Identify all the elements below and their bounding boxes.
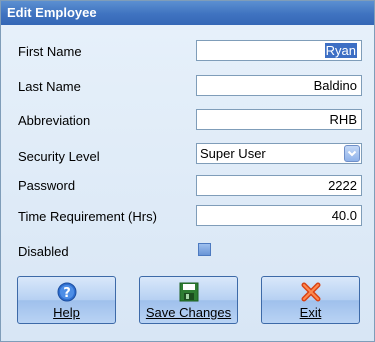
form-content: First Name Ryan Last Name Baldino Abbrev…: [1, 25, 374, 341]
last-name-label: Last Name: [18, 79, 81, 94]
save-changes-button[interactable]: Save Changes: [139, 276, 238, 324]
help-button[interactable]: ? Help: [17, 276, 116, 324]
save-changes-button-label: Save Changes: [145, 305, 232, 320]
first-name-field[interactable]: Ryan: [196, 40, 362, 61]
window-title: Edit Employee: [1, 1, 374, 25]
last-name-field[interactable]: Baldino: [196, 75, 362, 96]
password-label: Password: [18, 178, 76, 193]
disabled-checkbox[interactable]: [198, 243, 211, 256]
edit-employee-window: Edit Employee First Name Ryan Last Name …: [0, 0, 375, 342]
first-name-label: First Name: [18, 44, 82, 59]
exit-button-label: Exit: [299, 305, 322, 320]
help-icon: ?: [56, 282, 78, 302]
exit-x-icon: [300, 282, 322, 302]
security-level-select[interactable]: Super User: [196, 143, 362, 164]
abbreviation-label: Abbreviation: [18, 113, 91, 128]
disabled-label: Disabled: [18, 244, 69, 259]
abbreviation-field[interactable]: RHB: [196, 109, 362, 130]
svg-text:?: ?: [63, 286, 71, 301]
exit-button[interactable]: Exit: [261, 276, 360, 324]
security-level-value: Super User: [200, 146, 266, 161]
password-field[interactable]: 2222: [196, 175, 362, 196]
dropdown-arrow-icon[interactable]: [344, 145, 360, 162]
time-requirement-field[interactable]: 40.0: [196, 205, 362, 226]
time-requirement-label: Time Requirement (Hrs): [18, 209, 157, 224]
help-button-label: Help: [53, 305, 80, 320]
first-name-selected-text: Ryan: [324, 43, 357, 58]
security-level-label: Security Level: [18, 149, 100, 164]
save-disk-icon: [178, 282, 200, 302]
